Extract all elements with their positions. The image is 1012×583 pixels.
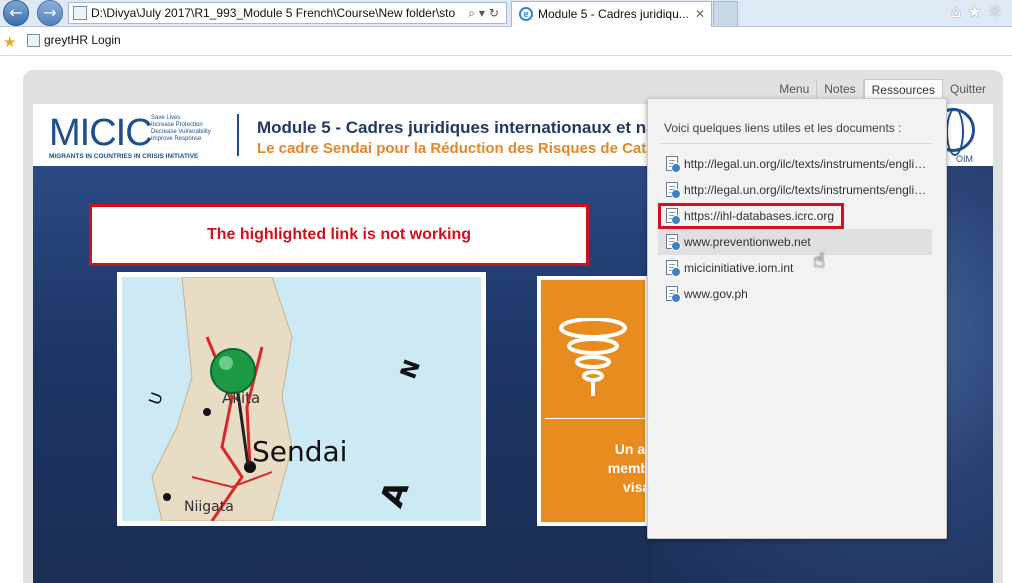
back-arrow-icon[interactable]: ←: [3, 0, 29, 26]
resource-label: micicinitiative.iom.int: [684, 261, 794, 275]
document-link-icon: [666, 260, 681, 277]
page-icon: [73, 6, 87, 20]
page-title: Module 5 - Cadres juridiques internation…: [257, 118, 656, 137]
document-link-icon: [666, 234, 681, 251]
resources-list: http://legal.un.org/ilc/texts/instrument…: [658, 151, 932, 307]
logo-subtitle: MIGRANTS IN COUNTRIES IN CRISIS INITIATI…: [49, 153, 199, 160]
nav-quitter[interactable]: Quitter: [943, 79, 993, 101]
search-refresh-icons[interactable]: ⌕▾↻: [464, 3, 503, 23]
document-link-icon: [666, 286, 681, 303]
ie-icon: e: [519, 7, 533, 21]
iom-label: OIM: [956, 154, 973, 164]
page-subtitle: Le cadre Sendai pour la Réduction des Ri…: [257, 140, 655, 157]
callout-text: The highlighted link is not working: [207, 226, 471, 243]
header-divider: [237, 114, 239, 156]
map-label-niigata: Niigata: [184, 499, 234, 515]
card-text: Un accord membres de visant à: [607, 441, 645, 495]
home-star-icons[interactable]: ⌂★☼: [951, 2, 1008, 21]
page-icon: [27, 34, 40, 47]
divider: [660, 143, 932, 144]
card-divider: [545, 418, 645, 419]
resource-link[interactable]: micicinitiative.iom.int: [658, 255, 932, 281]
document-link-icon: [666, 208, 681, 225]
annotation-callout: The highlighted link is not working: [89, 204, 589, 266]
logo-word: MICIC: [49, 112, 153, 154]
orange-card: Un accord membres de visant à: [541, 280, 645, 522]
tab-title: Module 5 - Cadres juridiqu...: [538, 7, 689, 21]
resources-panel: Voici quelques liens utiles et les docum…: [647, 98, 947, 539]
resource-label: www.gov.ph: [684, 287, 748, 301]
resource-link[interactable]: www.gov.ph: [658, 281, 932, 307]
resource-label: https://ihl-databases.icrc.org: [684, 209, 835, 223]
resources-intro: Voici quelques liens utiles et les docum…: [664, 121, 902, 135]
map-image: Akita Sendai Niigata A N U: [117, 272, 486, 526]
info-card: Un accord membres de visant à: [537, 276, 649, 526]
document-link-icon: [666, 156, 681, 173]
map-label-sendai: Sendai: [252, 435, 348, 468]
logo-tagline: Save Lives Increase Protection Decrease …: [151, 115, 211, 142]
close-icon[interactable]: ✕: [695, 2, 705, 26]
favorite-link-greythr[interactable]: greytHR Login: [27, 33, 121, 47]
favorites-bar: ★ greytHR Login: [0, 27, 1012, 56]
favorite-label: greytHR Login: [44, 33, 121, 47]
resource-link-hovered[interactable]: www.preventionweb.net: [658, 229, 932, 255]
favorites-star-icon[interactable]: ★: [3, 33, 16, 51]
resource-link-highlighted[interactable]: https://ihl-databases.icrc.org: [658, 203, 844, 229]
tornado-icon: [559, 318, 627, 396]
forward-arrow-icon[interactable]: →: [37, 0, 63, 26]
map-graphic: [151, 277, 293, 521]
address-bar[interactable]: D:\Divya\July 2017\R1_993_Module 5 Frenc…: [68, 2, 507, 24]
resource-link[interactable]: http://legal.un.org/ilc/texts/instrument…: [658, 151, 932, 177]
resource-label: www.preventionweb.net: [684, 235, 811, 249]
resource-label: http://legal.un.org/ilc/texts/instrument…: [684, 183, 932, 197]
map-label-akita: Akita: [222, 389, 261, 407]
tab-module-5[interactable]: e Module 5 - Cadres juridiqu... ✕: [511, 1, 712, 27]
address-text: D:\Divya\July 2017\R1_993_Module 5 Frenc…: [91, 6, 456, 20]
hand-cursor-icon: ☝: [813, 248, 826, 272]
new-tab-button[interactable]: [713, 1, 738, 26]
resource-label: http://legal.un.org/ilc/texts/instrument…: [684, 157, 932, 171]
document-link-icon: [666, 182, 681, 199]
resource-link[interactable]: http://legal.un.org/ilc/texts/instrument…: [658, 177, 932, 203]
micic-logo: MICIC Save Lives Increase Protection Dec…: [49, 113, 219, 163]
browser-toolbar: ← → D:\Divya\July 2017\R1_993_Module 5 F…: [0, 0, 1012, 27]
japan-map: Akita Sendai Niigata A N U: [122, 277, 481, 521]
